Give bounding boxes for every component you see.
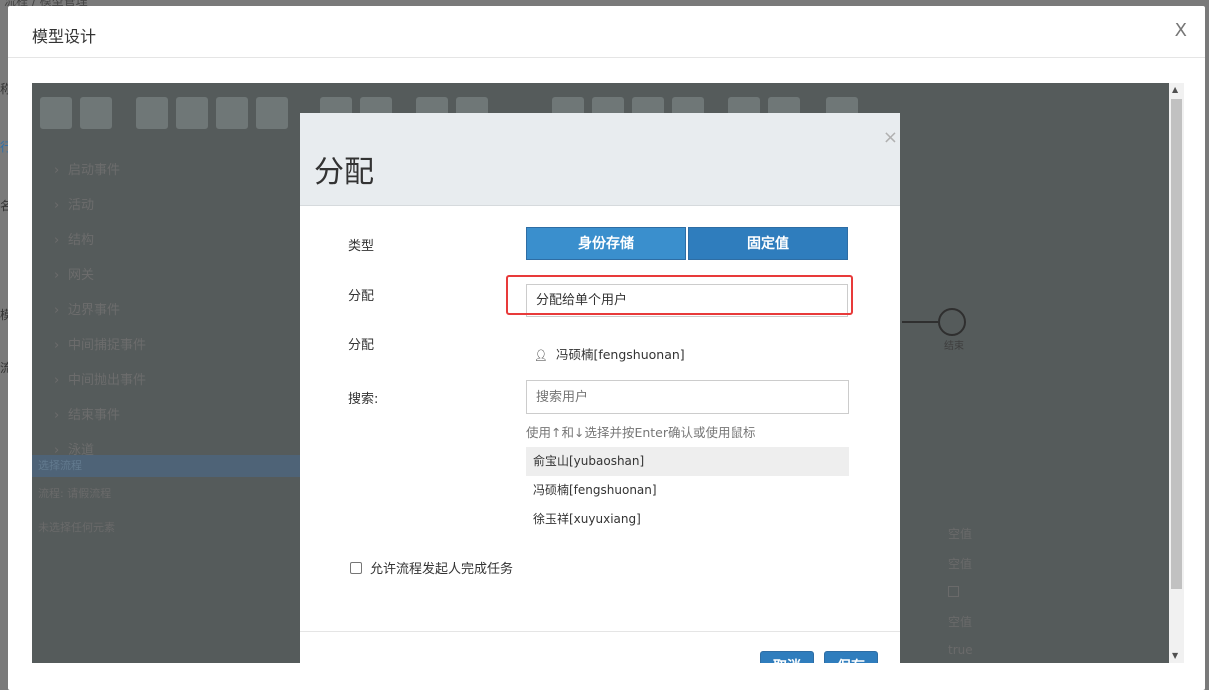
type-label: 类型	[348, 239, 375, 254]
fixed-value-button[interactable]: 固定值	[688, 227, 848, 260]
chevron-right-icon: ›	[54, 198, 60, 213]
process-label: 流程: 请假流程	[38, 487, 112, 500]
chevron-right-icon: ›	[54, 233, 60, 248]
selection-highlight	[506, 275, 853, 315]
end-event-label: 结束	[944, 341, 964, 352]
search-label: 搜索:	[348, 392, 379, 407]
model-design-modal: 模型设计 X › 启动事件 › 活动 › 结构 › 网关 › 边界事件 › 中间捕捉事件 ›…	[8, 6, 1205, 690]
selected-assignee[interactable]: 👤︎ 冯硕楠[fengshuonan]	[534, 344, 685, 363]
check-icon[interactable]	[80, 97, 112, 129]
assignee-label: 分配	[348, 338, 375, 353]
selection-status: 未选择任何元素	[38, 521, 115, 534]
list-item[interactable]: 徐玉祥[xuyuxiang]	[526, 505, 849, 534]
assignment-dialog: 分配 × 类型 身份存储 固定值 分配 分配给单个用户 分配 👤︎ 冯硕楠[fen…	[300, 113, 900, 663]
list-item[interactable]: 俞宝山[yubaoshan]	[526, 447, 849, 476]
scroll-up-icon[interactable]: ▲	[1172, 85, 1178, 94]
cancel-button[interactable]: 取消	[760, 651, 814, 663]
assignee-name: 冯硕楠[fengshuonan]	[555, 347, 685, 362]
dialog-footer-divider	[300, 631, 900, 632]
allow-initiator-checkbox[interactable]	[350, 562, 362, 574]
scroll-down-icon[interactable]: ▼	[1172, 651, 1178, 660]
property-value: 空值	[948, 615, 973, 629]
chevron-right-icon: ›	[54, 408, 60, 423]
modal-title: 模型设计	[32, 27, 97, 46]
property-value: true	[948, 643, 973, 657]
scrollbar-thumb[interactable]	[1171, 99, 1182, 589]
save-button[interactable]: 保存	[824, 651, 878, 663]
search-input[interactable]	[526, 380, 849, 414]
chevron-right-icon: ›	[54, 373, 60, 388]
cut-icon[interactable]	[136, 97, 168, 129]
allow-initiator-label: 允许流程发起人完成任务	[370, 562, 514, 577]
assign-label: 分配	[348, 289, 375, 304]
end-event[interactable]	[938, 308, 966, 336]
close-icon[interactable]: X	[1175, 20, 1187, 41]
close-icon[interactable]: ×	[883, 127, 898, 148]
save-icon[interactable]	[40, 97, 72, 129]
user-icon: 👤︎	[534, 349, 548, 362]
sequence-flow[interactable]	[902, 321, 938, 323]
allow-initiator-row[interactable]: 允许流程发起人完成任务	[350, 558, 513, 577]
list-item[interactable]: 冯硕楠[fengshuonan]	[526, 476, 849, 505]
user-list: 俞宝山[yubaoshan] 冯硕楠[fengshuonan] 徐玉祥[xuyu…	[526, 447, 849, 534]
chevron-right-icon: ›	[54, 163, 60, 178]
paste-icon[interactable]	[216, 97, 248, 129]
search-hint: 使用↑和↓选择并按Enter确认或使用鼠标	[526, 425, 756, 440]
copy-icon[interactable]	[176, 97, 208, 129]
chevron-right-icon: ›	[54, 338, 60, 353]
dialog-title: 分配	[314, 155, 374, 190]
delete-icon[interactable]	[256, 97, 288, 129]
chevron-right-icon: ›	[54, 303, 60, 318]
modal-header: 模型设计 X	[8, 6, 1205, 58]
scrollbar[interactable]: ▲ ▼	[1169, 83, 1184, 663]
dialog-header: 分配 ×	[300, 113, 900, 206]
property-value: 空值	[948, 557, 973, 571]
property-checkbox[interactable]	[948, 586, 959, 597]
chevron-right-icon: ›	[54, 268, 60, 283]
identity-store-button[interactable]: 身份存储	[526, 227, 686, 260]
property-value: 空值	[948, 527, 973, 541]
